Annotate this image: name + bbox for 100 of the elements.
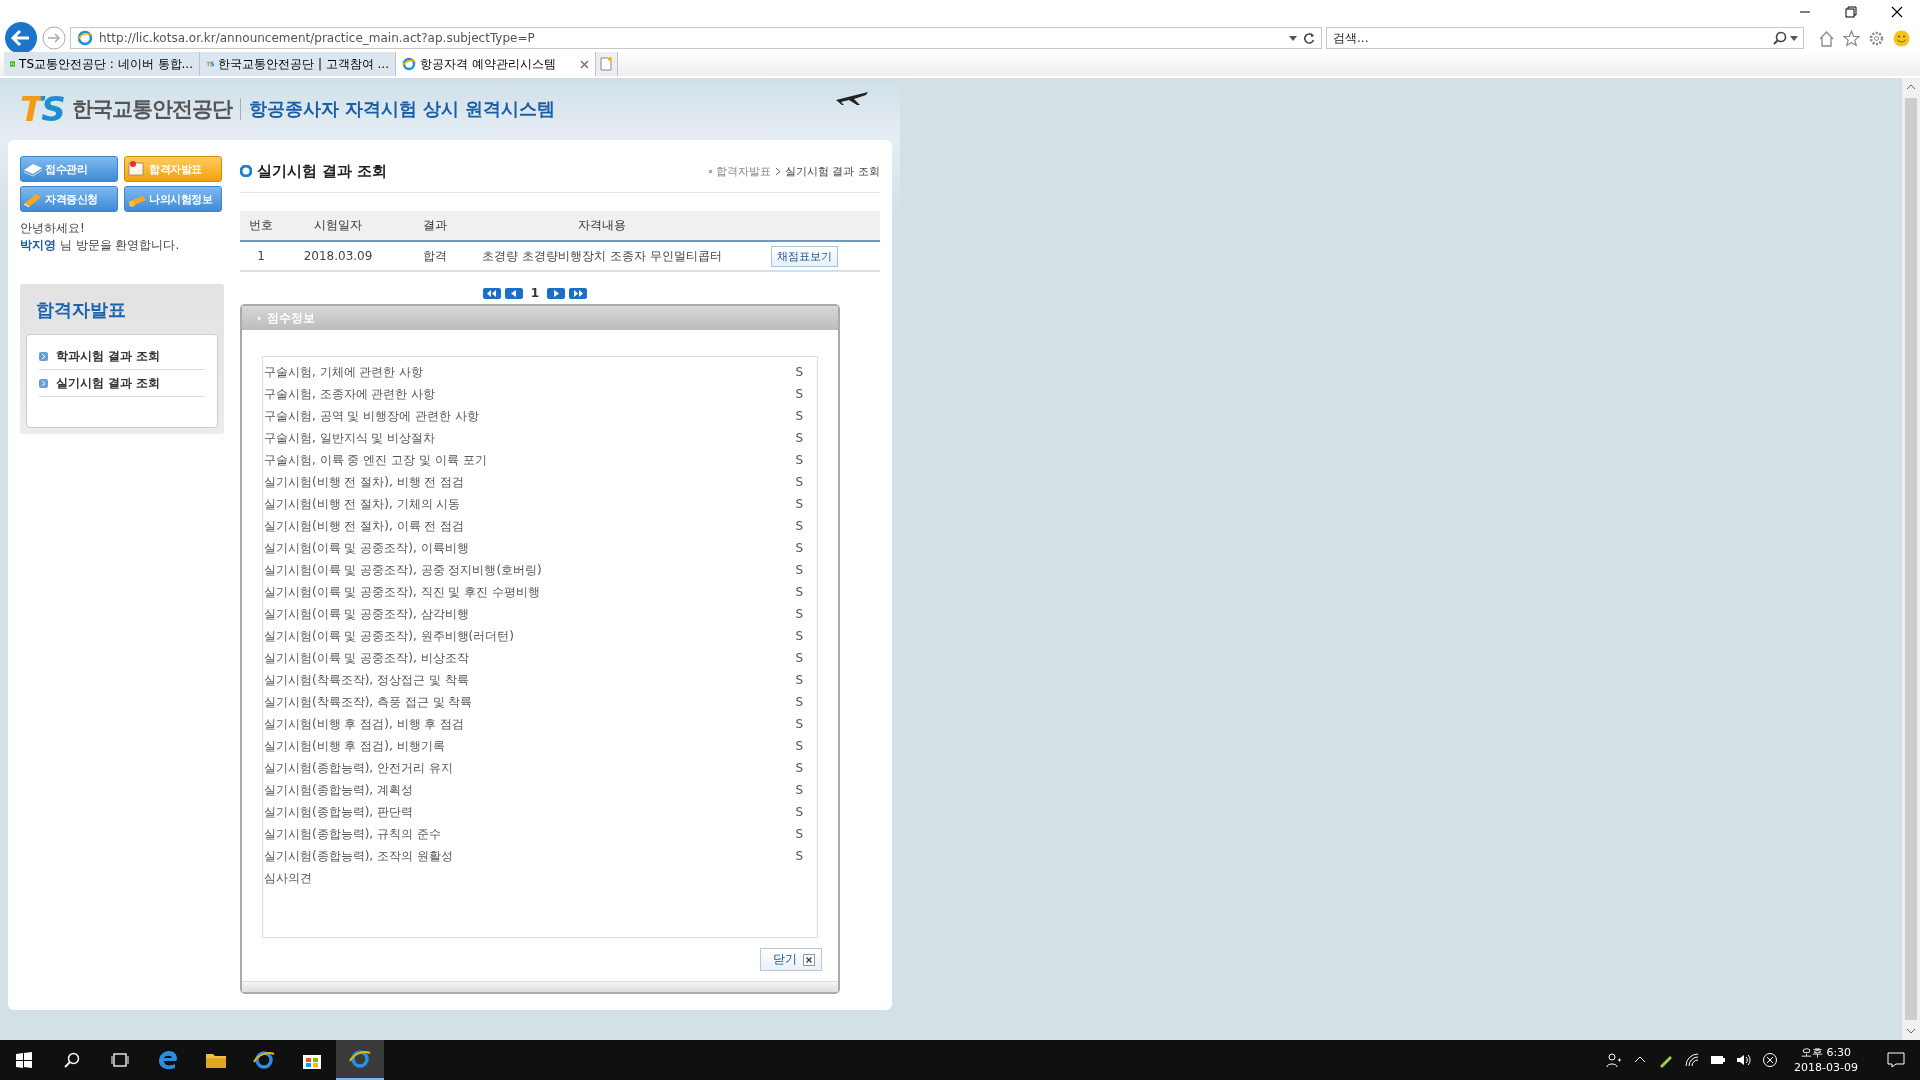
smiley-icon[interactable]	[1893, 29, 1910, 47]
score-item-label: 구술시험, 이륙 중 엔진 고장 및 이륙 포기	[264, 451, 488, 469]
bullet-icon	[39, 351, 48, 361]
browser-tab[interactable]: TS교통안전공단 : 네이버 통합...	[4, 52, 200, 76]
score-item-label: 실기시험(착륙조작), 측풍 접근 및 착륙	[264, 693, 474, 711]
score-grade: S	[795, 387, 803, 401]
panel-title: 점수정보	[267, 309, 315, 327]
browser-tab[interactable]: 항공자격 예약관리시스템	[396, 52, 596, 76]
view-scoresheet-button[interactable]: 채점표보기	[770, 245, 838, 267]
browser-icon[interactable]	[349, 1048, 371, 1070]
score-grade: S	[795, 805, 803, 819]
browser-icon[interactable]	[158, 1050, 178, 1070]
previous-page-icon[interactable]	[504, 287, 523, 299]
clock-time[interactable]: 오후 6:30	[1800, 1045, 1852, 1060]
score-grade: S	[795, 673, 803, 687]
close-icon[interactable]	[1891, 6, 1903, 18]
search-icon[interactable]	[1773, 31, 1787, 45]
score-grade: S	[795, 607, 803, 621]
score-item-label: 실기시험(이륙 및 공중조작), 삼각비행	[264, 605, 470, 623]
site-icon	[206, 59, 215, 69]
folder-icon[interactable]	[205, 1051, 227, 1069]
wifi-icon[interactable]	[1684, 1052, 1701, 1068]
browser-icon[interactable]	[253, 1049, 275, 1071]
score-item-label: 실기시험(비행 전 절차), 이륙 전 점검	[264, 517, 466, 535]
sidebar-item[interactable]: 학과시험 결과 조회	[39, 343, 205, 370]
breadcrumb-item: 실기시험 결과 조회	[785, 163, 880, 179]
volume-icon[interactable]	[1736, 1052, 1753, 1068]
score-grade: S	[795, 563, 803, 577]
refresh-icon[interactable]	[1303, 32, 1315, 44]
sidebar-title: 합격자발표	[36, 298, 127, 322]
score-item-label: 실기시험(이륙 및 공중조작), 비상조작	[264, 649, 470, 667]
task-view-icon[interactable]	[111, 1052, 129, 1068]
column-header: 번호	[249, 218, 273, 232]
home-icon[interactable]	[1818, 29, 1835, 47]
score-grade: S	[795, 519, 803, 533]
bullet-icon	[709, 169, 712, 173]
column-header: 시험일자	[314, 218, 362, 232]
table-cell: 2018.03.09	[303, 249, 373, 263]
site-icon	[10, 58, 16, 70]
score-grade: S	[795, 629, 803, 643]
score-item-label: 실기시험(종합능력), 규칙의 준수	[264, 825, 442, 843]
score-item-label: 구술시험, 공역 및 비행장에 관련한 사항	[264, 407, 480, 425]
score-grade: S	[795, 431, 803, 445]
star-icon[interactable]	[1843, 29, 1860, 47]
score-item-label: 구술시험, 일반지식 및 비상절차	[264, 429, 437, 447]
dropdown-icon[interactable]	[1289, 35, 1297, 41]
score-grade: S	[795, 739, 803, 753]
score-grade: S	[795, 651, 803, 665]
first-page-icon[interactable]	[482, 287, 501, 299]
organization-name: 한국교통안전공단	[71, 96, 232, 123]
score-grade: S	[795, 475, 803, 489]
score-item-label: 실기시험(비행 후 점검), 비행기록	[264, 737, 446, 755]
page-icon	[77, 30, 93, 46]
network-error-icon[interactable]	[1762, 1052, 1779, 1068]
score-item-label: 실기시험(종합능력), 계획성	[264, 781, 414, 799]
score-item-label: 실기시험(비행 후 점검), 비행 후 점검	[264, 715, 466, 733]
restore-icon[interactable]	[1845, 6, 1857, 18]
score-grade: S	[795, 365, 803, 379]
page-number[interactable]: 1	[530, 286, 540, 300]
score-item-label: 실기시험(이륙 및 공중조작), 직진 및 후진 수평비행	[264, 583, 542, 601]
table-cell: 합격	[423, 248, 447, 263]
welcome-text: 박지영 님 방문을 환영합니다.	[20, 237, 181, 254]
score-grade: S	[795, 717, 803, 731]
score-item-label: 실기시험(비행 전 절차), 비행 전 점검	[264, 473, 466, 491]
people-icon[interactable]	[1606, 1052, 1623, 1068]
table-cell: 1	[257, 249, 265, 263]
next-page-icon[interactable]	[547, 287, 566, 299]
score-item-label: 실기시험(비행 전 절차), 기체의 시동	[264, 495, 462, 513]
clock-date[interactable]: 2018-03-09	[1794, 1060, 1858, 1075]
address-bar[interactable]: http://lic.kotsa.or.kr/announcement/practice_main.act?ap.subjectType=P	[70, 27, 1322, 49]
sidebar-item[interactable]: 실기시험 결과 조회	[39, 370, 205, 397]
score-grade: S	[795, 695, 803, 709]
score-item-label: 실기시험(이륙 및 공중조작), 이륙비행	[264, 539, 470, 557]
greeting-text: 안녕하세요!	[20, 220, 86, 237]
score-item-label: 구술시험, 조종자에 관련한 사항	[264, 385, 437, 403]
score-grade: S	[795, 585, 803, 599]
chevron-icon	[775, 166, 781, 176]
scroll-down-icon[interactable]	[1906, 1028, 1916, 1034]
breadcrumb-item[interactable]: 합격자발표	[716, 163, 771, 179]
last-page-icon[interactable]	[569, 287, 588, 299]
search-field[interactable]: 검색...	[1326, 27, 1804, 49]
scroll-up-icon[interactable]	[1906, 84, 1916, 90]
notification-icon[interactable]	[1887, 1052, 1905, 1068]
browser-tab[interactable]: 한국교통안전공단 | 고객참여 ...	[200, 52, 396, 76]
settings-icon[interactable]	[1868, 29, 1885, 47]
close-button[interactable]: 닫기	[760, 948, 822, 971]
score-grade: S	[795, 827, 803, 841]
score-item-label: 실기시험(이륙 및 공중조작), 원주비행(러더턴)	[264, 627, 515, 645]
score-item-label: 실기시험(이륙 및 공중조작), 공중 정지비행(호버링)	[264, 561, 543, 579]
dropdown-icon[interactable]	[1790, 35, 1798, 41]
search-icon[interactable]	[64, 1052, 80, 1068]
close-icon	[803, 953, 815, 966]
windows-icon[interactable]	[16, 1052, 32, 1068]
notice-icon	[127, 160, 147, 178]
bullet-icon	[258, 315, 261, 321]
scrollbar[interactable]	[1902, 78, 1920, 1040]
remarks-label: 심사의견	[264, 869, 312, 887]
score-item-label: 실기시험(종합능력), 안전거리 유지	[264, 759, 454, 777]
back-icon[interactable]	[4, 21, 38, 55]
score-grade: S	[795, 409, 803, 423]
